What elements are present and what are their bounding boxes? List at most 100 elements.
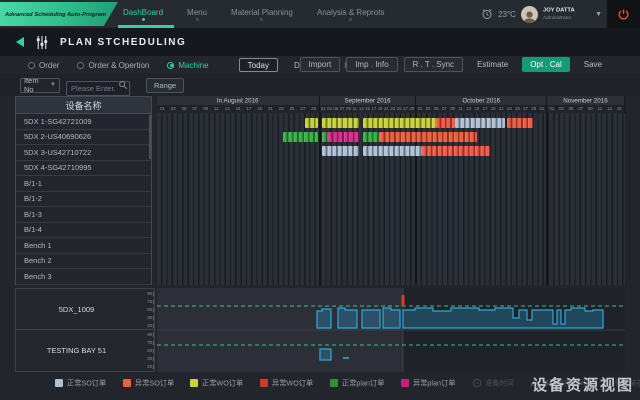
gantt-bar-so-abnormal[interactable] [507,118,533,128]
legend-item[interactable]: 异常WO订单 [260,378,318,389]
legend-item[interactable]: 正常WO订单 [190,378,248,389]
machine-row[interactable]: 5DX 1-SG42721009 [16,114,151,130]
range-button[interactable]: Range [146,78,184,93]
gantt-day-label: 11 [595,105,605,109]
imp-info-button[interactable]: Imp . Info [346,57,397,72]
nav-item-dashboard[interactable]: DashBoard [123,8,163,21]
legend-swatch [401,379,409,387]
gantt-bar-so-normal[interactable] [455,118,505,128]
nav-item-material-planning[interactable]: Material Planning [231,8,293,21]
machine-row[interactable]: B/1-4 [16,223,151,239]
machine-table: 设备名称 5DX 1-SG427210095DX 2-US406906265DX… [15,96,152,285]
machine-row[interactable]: B/1-1 [16,176,151,192]
load-scale: 9070503010 [137,330,154,371]
legend-item[interactable]: 正常SO订单 [55,378,111,389]
legend-item[interactable]: 异常plan订单 [401,378,460,389]
r-t-sync-button[interactable]: R . T . Sync [404,57,464,72]
gantt-bar-so-normal[interactable] [363,146,422,156]
legend-item[interactable]: 正常plan订单 [330,378,389,389]
gantt-bar-wo-normal[interactable] [322,118,359,128]
sliders-icon [34,35,50,50]
gantt-bar-so-normal[interactable] [322,146,359,156]
machine-row[interactable]: 5DX 2-US40690626 [16,130,151,146]
legend-swatch [123,379,131,387]
table-scrollbar[interactable] [149,115,151,159]
load-row: TESTING BAY 519070503010 [16,330,154,371]
gantt-day-label: 13 [605,105,615,109]
save-button[interactable]: Save [576,57,610,72]
gantt-day-labels: 010305070911131517192123252729 [320,105,415,109]
gantt-day-label: 11 [457,105,465,109]
machine-row[interactable]: B/1-3 [16,207,151,223]
machine-table-body: 5DX 1-SG427210095DX 2-US406906265DX 3-US… [16,114,151,285]
search-box [66,78,130,93]
radio-order[interactable]: Order [28,61,59,70]
opt-cal-button[interactable]: Opt . Cal [522,57,570,72]
machine-row[interactable]: Bench 1 [16,238,151,254]
search-icon[interactable] [118,80,128,90]
page-header: PLAN STCHEDULING [0,28,640,56]
gantt-day-label: 29 [308,105,319,109]
power-button[interactable] [607,0,640,28]
legend-item[interactable]: 异常SO订单 [123,378,179,389]
topbar-right: 23°C JOY DATTA Administrator ▼ [481,0,602,28]
back-button[interactable] [16,37,24,47]
nav-dot [260,18,263,21]
view-mode-radios: Order Order & Opertion Machine [28,61,209,70]
import-button[interactable]: Import [300,57,341,72]
filter-bar: Item No ▼ Range [0,74,640,96]
gantt-month-label: October 2016 [416,96,546,105]
estimate-button[interactable]: Estimate [469,57,516,72]
legend-swatch [190,379,198,387]
machine-row[interactable]: 5DX 4-SG42710995 [16,161,151,177]
gantt-bar-plan-normal[interactable] [283,132,318,142]
legend-label: 异常plan订单 [413,378,455,388]
gantt-day-label: 27 [297,105,308,109]
gantt-day-label: 13 [465,105,473,109]
user-avatar[interactable] [521,6,538,23]
legend-label: 正常plan订单 [342,378,384,388]
gantt-month-text: September 2016 [344,97,390,104]
nav-dot [349,18,352,21]
machine-row[interactable]: Bench 2 [16,254,151,270]
gantt-day-label: 17 [243,105,254,109]
nav-item-menu[interactable]: Menu [187,8,207,21]
radio-machine[interactable]: Machine [167,61,208,70]
machine-row[interactable]: Bench 3 [16,269,151,285]
gantt-month-section: September 201601030507091113151719212325… [320,96,416,113]
top-bar: Advanced Scheduling Auto-Program DashBoa… [0,0,640,28]
gantt-bar-so-abnormal[interactable] [422,146,490,156]
load-scale-tick: 70 [144,341,154,346]
legend-label: 正常WO订单 [202,378,243,388]
load-scale: 9070503010 [137,289,154,329]
gantt-bar-so-abnormal[interactable] [380,132,477,142]
machine-row[interactable]: B/1-2 [16,192,151,208]
clock-icon [472,378,482,388]
legend-time-item[interactable]: 准备时间 [472,378,517,389]
today-button[interactable]: Today [239,58,278,72]
nav-dot [142,18,145,21]
gantt-bar-wo-normal[interactable] [363,118,436,128]
gantt-day-label: 25 [287,105,298,109]
user-name: JOY DATTA [543,7,577,13]
radio-order-opertion[interactable]: Order & Opertion [77,61,149,70]
gantt-day-label: 01 [416,105,424,109]
watermark-label: 设备资源视图 [532,374,634,395]
gantt-timeline-header: In August 201601030507091113151719212325… [157,96,625,113]
gantt-bar-so-abnormal[interactable] [436,118,455,128]
gantt-bar-plan-normal[interactable] [363,132,380,142]
load-area-testingbay51 [320,349,331,360]
gantt-grid [157,113,625,285]
load-scale-tick: 10 [144,324,154,329]
gantt-bar-wo-normal[interactable] [305,118,318,128]
gantt-day-label: 01 [547,105,557,109]
nav-item-analysis-reprots[interactable]: Analysis & Reprots [317,8,385,21]
machine-row[interactable]: 5DX 3-US42710722 [16,145,151,161]
chevron-down-icon[interactable]: ▼ [595,11,602,18]
gantt-day-label: 09 [586,105,596,109]
gantt-month-text: October 2016 [462,97,500,104]
legend-swatch [330,379,338,387]
gantt-bar-plan-abnormal[interactable] [328,132,359,142]
item-no-select[interactable]: Item No ▼ [20,78,60,93]
gantt-day-label: 25 [513,105,521,109]
